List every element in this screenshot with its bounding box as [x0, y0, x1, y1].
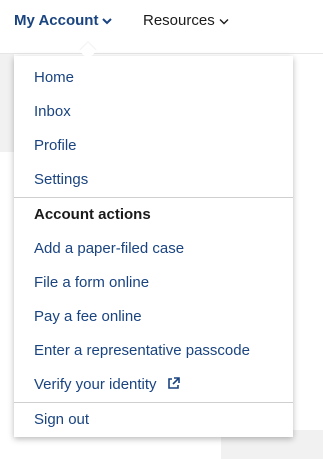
menu-divider [14, 402, 293, 403]
my-account-dropdown: Home Inbox Profile Settings Account acti… [14, 56, 293, 437]
menu-item-profile[interactable]: Profile [34, 137, 77, 155]
resources-label: Resources [143, 12, 215, 29]
chevron-down-icon [219, 12, 229, 30]
chevron-down-icon [102, 12, 113, 30]
menu-divider [14, 197, 293, 198]
verify-identity-label: Verify your identity [34, 376, 157, 393]
external-link-icon [167, 377, 180, 395]
menu-item-file-form-online[interactable]: File a form online [34, 274, 149, 292]
menu-item-home[interactable]: Home [34, 69, 74, 87]
menu-item-verify-identity[interactable]: Verify your identity [34, 376, 180, 395]
menu-item-inbox[interactable]: Inbox [34, 103, 71, 121]
resources-menu-toggle[interactable]: Resources [143, 12, 229, 30]
menu-item-sign-out[interactable]: Sign out [34, 411, 89, 429]
top-navigation: My Account Resources [0, 0, 323, 54]
menu-item-pay-fee-online[interactable]: Pay a fee online [34, 308, 142, 326]
page-background-panel [0, 54, 14, 152]
menu-item-add-paper-filed-case[interactable]: Add a paper-filed case [34, 240, 184, 258]
my-account-label: My Account [14, 12, 99, 29]
my-account-menu-toggle[interactable]: My Account [14, 12, 113, 30]
account-actions-heading: Account actions [34, 206, 151, 223]
menu-item-settings[interactable]: Settings [34, 171, 88, 189]
menu-item-enter-representative-passcode[interactable]: Enter a representative passcode [34, 342, 250, 360]
